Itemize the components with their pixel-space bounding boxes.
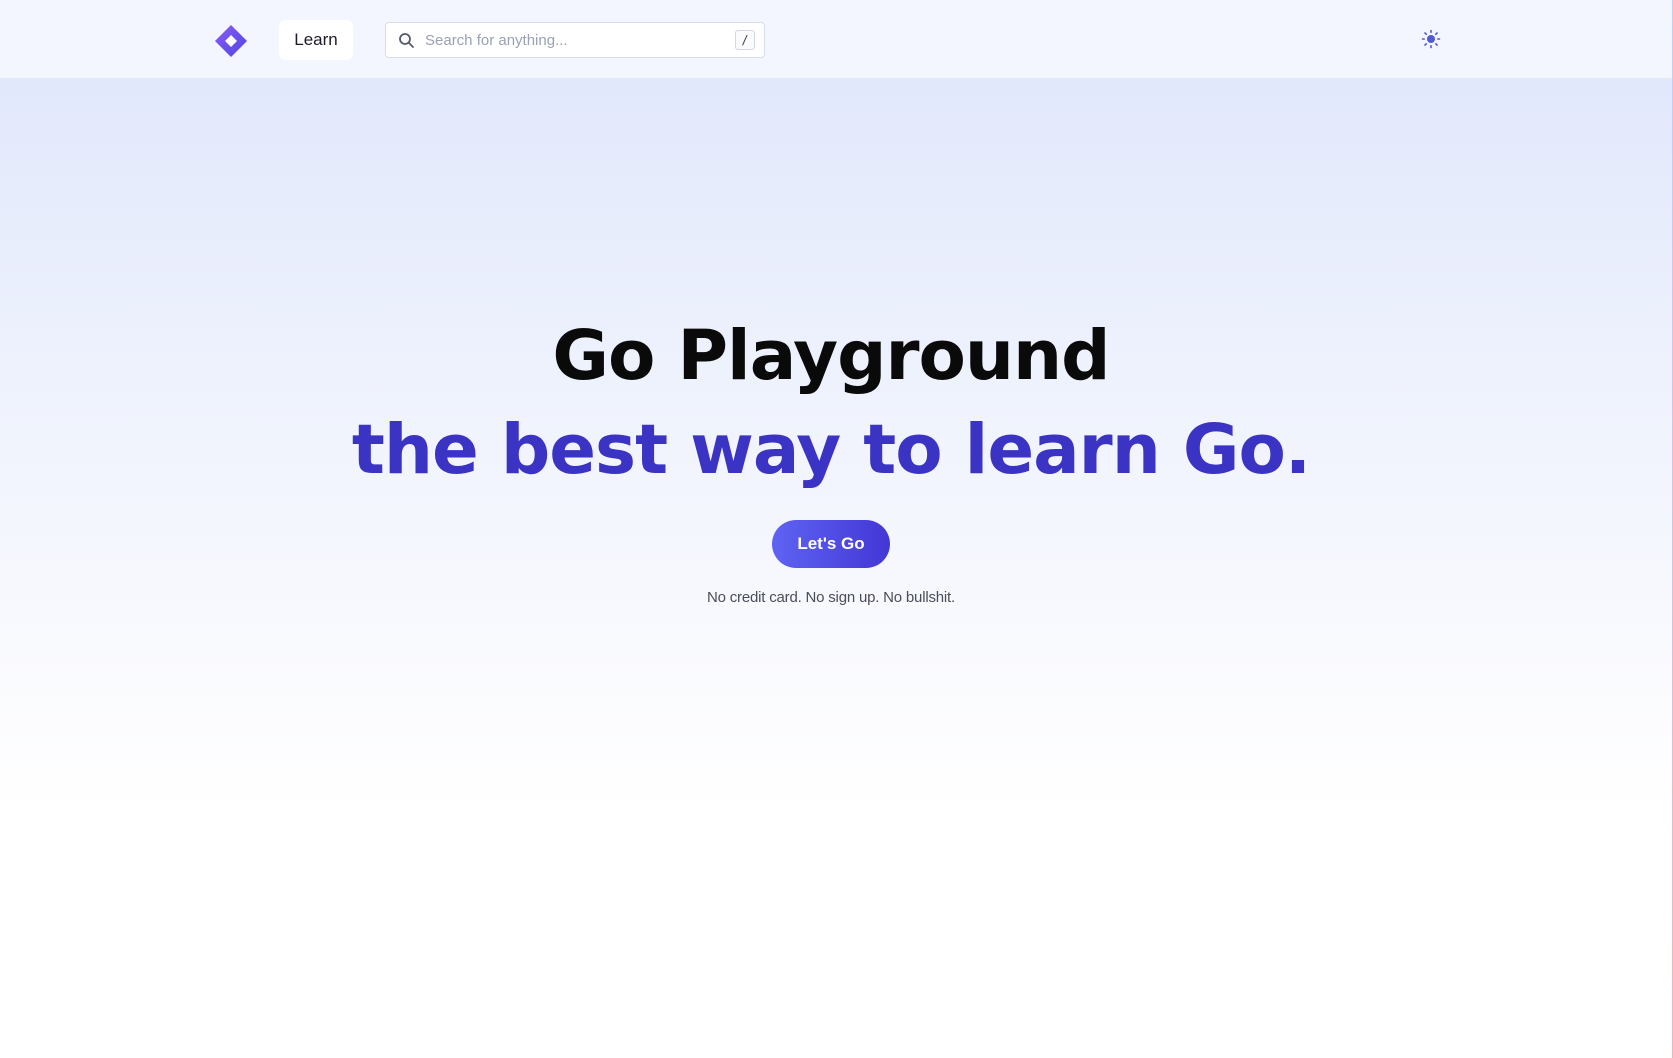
search-shortcut-key: / [735,30,755,50]
search-box[interactable]: / [385,22,765,58]
diamond-logo-icon [215,25,247,57]
search-icon [399,33,414,48]
lets-go-button[interactable]: Let's Go [772,520,890,568]
hero-title: Go Playground [552,316,1110,396]
hero-section: Go Playground the best way to learn Go. … [0,79,1672,1058]
search-input[interactable] [425,23,715,57]
hero-subtitle: the best way to learn Go. [351,410,1311,490]
nav-item-label: Learn [294,30,338,49]
nav-item-learn[interactable]: Learn [279,20,353,60]
sun-icon [1421,29,1441,49]
theme-toggle-button[interactable] [1420,28,1442,50]
logo[interactable] [214,24,248,58]
hero-tagline: No credit card. No sign up. No bullshit. [707,589,955,606]
top-navbar: Learn / [0,0,1672,79]
